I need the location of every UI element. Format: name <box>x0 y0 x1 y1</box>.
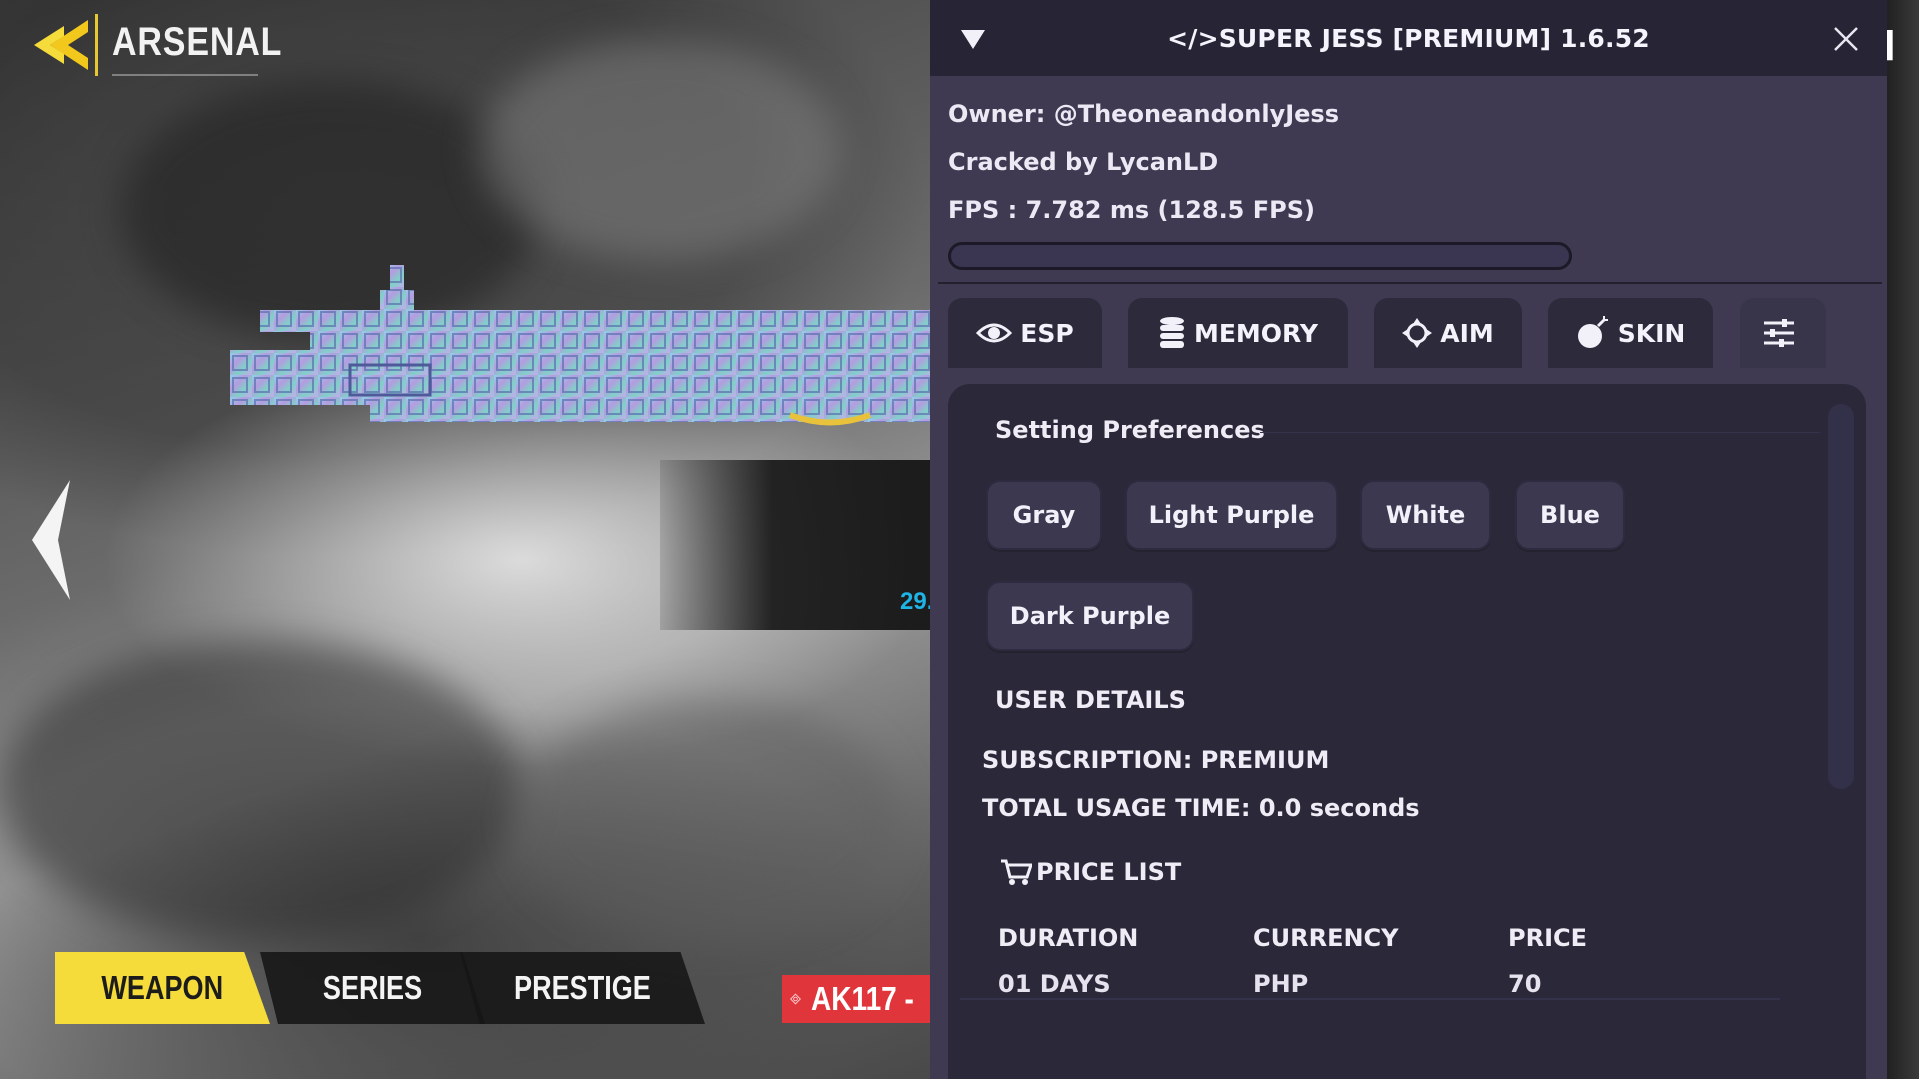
tab-settings[interactable] <box>1740 298 1826 368</box>
price-cell-duration: 01 DAYS <box>998 970 1111 998</box>
crosshair-icon <box>1402 318 1433 348</box>
color-gray-button[interactable]: Gray <box>986 480 1102 550</box>
tab-series-label: SERIES <box>322 969 423 1006</box>
tab-series[interactable]: SERIES <box>260 952 485 1024</box>
page-title: ARSENAL <box>112 20 283 64</box>
tab-esp-label: ESP <box>1020 318 1074 348</box>
cart-icon <box>1001 859 1032 885</box>
color-white-button[interactable]: White <box>1360 480 1491 550</box>
tab-aim-label: AIM <box>1440 318 1494 348</box>
arsenal-tabs: WEAPON SERIES PRESTIGE <box>55 952 705 1024</box>
tab-memory-label: MEMORY <box>1193 318 1319 348</box>
collapse-triangle-icon[interactable] <box>960 28 986 50</box>
smoke-shape <box>520 700 900 940</box>
menu-header: </>SUPER JESS [PREMIUM] 1.6.52 <box>930 0 1887 76</box>
price-header-duration: DURATION <box>998 924 1139 952</box>
right-edge-panel <box>1883 0 1919 1079</box>
smoke-shape <box>480 40 840 260</box>
owner-text: Owner: @TheoneandonlyJess <box>948 100 1339 128</box>
smoke-shape <box>0 640 520 940</box>
tab-prestige-label: PRESTIGE <box>514 969 651 1006</box>
previous-weapon-arrow-icon[interactable] <box>28 476 76 604</box>
preferences-divider <box>1260 432 1820 433</box>
tab-skin-label: SKIN <box>1617 318 1686 348</box>
rarity-icon <box>790 993 801 1005</box>
price-cell-price: 70 <box>1508 970 1542 998</box>
fps-progress-fill <box>951 245 1569 267</box>
weapon-name: AK117 - <box>810 980 914 1017</box>
fps-progress-bar <box>948 242 1572 270</box>
user-details-heading: USER DETAILS <box>995 686 1186 714</box>
weapon-name-tag[interactable]: AK117 - <box>782 975 932 1023</box>
close-icon[interactable] <box>1833 26 1859 52</box>
database-icon <box>1159 317 1184 348</box>
title-separator <box>95 14 98 76</box>
price-cell-currency: PHP <box>1253 970 1309 998</box>
mod-menu-panel: </>SUPER JESS [PREMIUM] 1.6.52 Owner: @T… <box>930 0 1887 1079</box>
subscription-text: SUBSCRIPTION: PREMIUM <box>982 746 1330 774</box>
menu-divider <box>938 282 1882 284</box>
bomb-icon <box>1577 316 1608 348</box>
tab-skin[interactable]: SKIN <box>1548 298 1713 368</box>
weapon-model-image <box>230 265 930 426</box>
price-header-price: PRICE <box>1508 924 1588 952</box>
color-dark-purple-button[interactable]: Dark Purple <box>986 581 1194 651</box>
preferences-heading: Setting Preferences <box>995 416 1265 444</box>
tab-esp[interactable]: ESP <box>948 298 1102 368</box>
tab-weapon[interactable]: WEAPON <box>55 952 270 1024</box>
content-divider <box>960 998 1780 1000</box>
content-scrollbar[interactable] <box>1828 404 1854 789</box>
back-logo-icon[interactable] <box>30 16 92 74</box>
usage-time-text: TOTAL USAGE TIME: 0.0 seconds <box>982 794 1420 822</box>
eye-icon <box>976 323 1013 343</box>
cracked-by-text: Cracked by LycanLD <box>948 148 1219 176</box>
color-light-purple-button[interactable]: Light Purple <box>1125 480 1338 550</box>
fps-readout: FPS : 7.782 ms (128.5 FPS) <box>948 196 1315 224</box>
menu-tabs: ESP MEMORY AIM SKIN <box>948 298 1868 368</box>
color-blue-button[interactable]: Blue <box>1515 480 1625 550</box>
price-header-currency: CURRENCY <box>1253 924 1399 952</box>
tab-prestige[interactable]: PRESTIGE <box>460 952 705 1024</box>
tab-memory[interactable]: MEMORY <box>1128 298 1348 368</box>
sliders-icon <box>1764 319 1794 347</box>
weapon-info-strip <box>660 460 940 630</box>
price-list-heading: PRICE LIST <box>1000 858 1181 886</box>
title-underline <box>112 74 258 76</box>
weapon-stat-value: 29. <box>900 588 934 615</box>
menu-title: </>SUPER JESS [PREMIUM] 1.6.52 <box>1167 23 1650 53</box>
price-list-label: PRICE LIST <box>1036 858 1182 886</box>
tab-weapon-label: WEAPON <box>101 969 224 1006</box>
tab-aim[interactable]: AIM <box>1374 298 1522 368</box>
